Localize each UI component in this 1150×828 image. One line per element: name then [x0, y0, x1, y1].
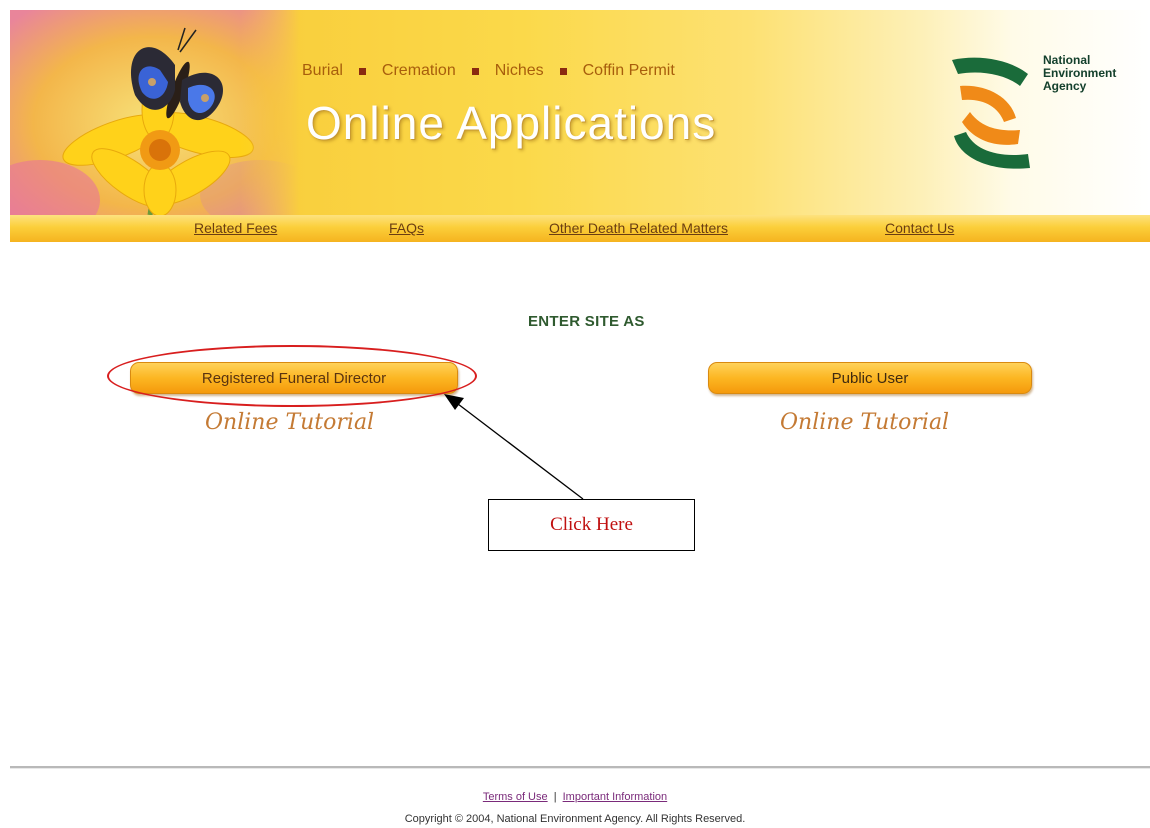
tagline-separator-icon [358, 67, 366, 75]
butterfly-flower-image [10, 10, 300, 215]
footer-divider [10, 766, 1150, 769]
header-banner: Burial Cremation Niches Coffin Permit On… [10, 10, 1150, 215]
nav-bar: Related Fees FAQs Other Death Related Ma… [10, 215, 1150, 242]
funeral-director-tutorial-link[interactable]: Online Tutorial [205, 410, 374, 435]
public-user-tutorial-link[interactable]: Online Tutorial [780, 410, 949, 435]
important-information-link[interactable]: Important Information [563, 791, 668, 803]
footer-separator: | [553, 791, 557, 803]
nav-faqs[interactable]: FAQs [389, 220, 424, 236]
tagline-burial: Burial [302, 62, 343, 79]
nea-logo-icon [952, 57, 1030, 169]
nav-related-fees[interactable]: Related Fees [194, 220, 277, 236]
service-tagline: Burial Cremation Niches Coffin Permit [302, 62, 675, 80]
tagline-separator-icon [559, 67, 567, 75]
copyright-text: Copyright © 2004, National Environment A… [404, 813, 746, 825]
nav-other-death-related-matters[interactable]: Other Death Related Matters [549, 220, 728, 236]
terms-of-use-link[interactable]: Terms of Use [483, 791, 548, 803]
registered-funeral-director-button[interactable]: Registered Funeral Director [130, 362, 458, 394]
tagline-separator-icon [471, 67, 479, 75]
enter-site-heading: ENTER SITE AS [528, 313, 645, 330]
footer-links: Terms of Use | Important Information [0, 791, 1150, 803]
tagline-niches: Niches [494, 62, 544, 79]
nav-contact-us[interactable]: Contact Us [885, 220, 954, 236]
tagline-cremation: Cremation [381, 62, 456, 79]
callout-text: Click Here [550, 514, 633, 535]
click-here-callout: Click Here [488, 499, 695, 551]
agency-logo-text: National Environment Agency [1043, 53, 1117, 93]
page-title: Online Applications [306, 97, 717, 149]
public-user-button[interactable]: Public User [708, 362, 1032, 394]
tagline-coffin-permit: Coffin Permit [582, 62, 675, 79]
